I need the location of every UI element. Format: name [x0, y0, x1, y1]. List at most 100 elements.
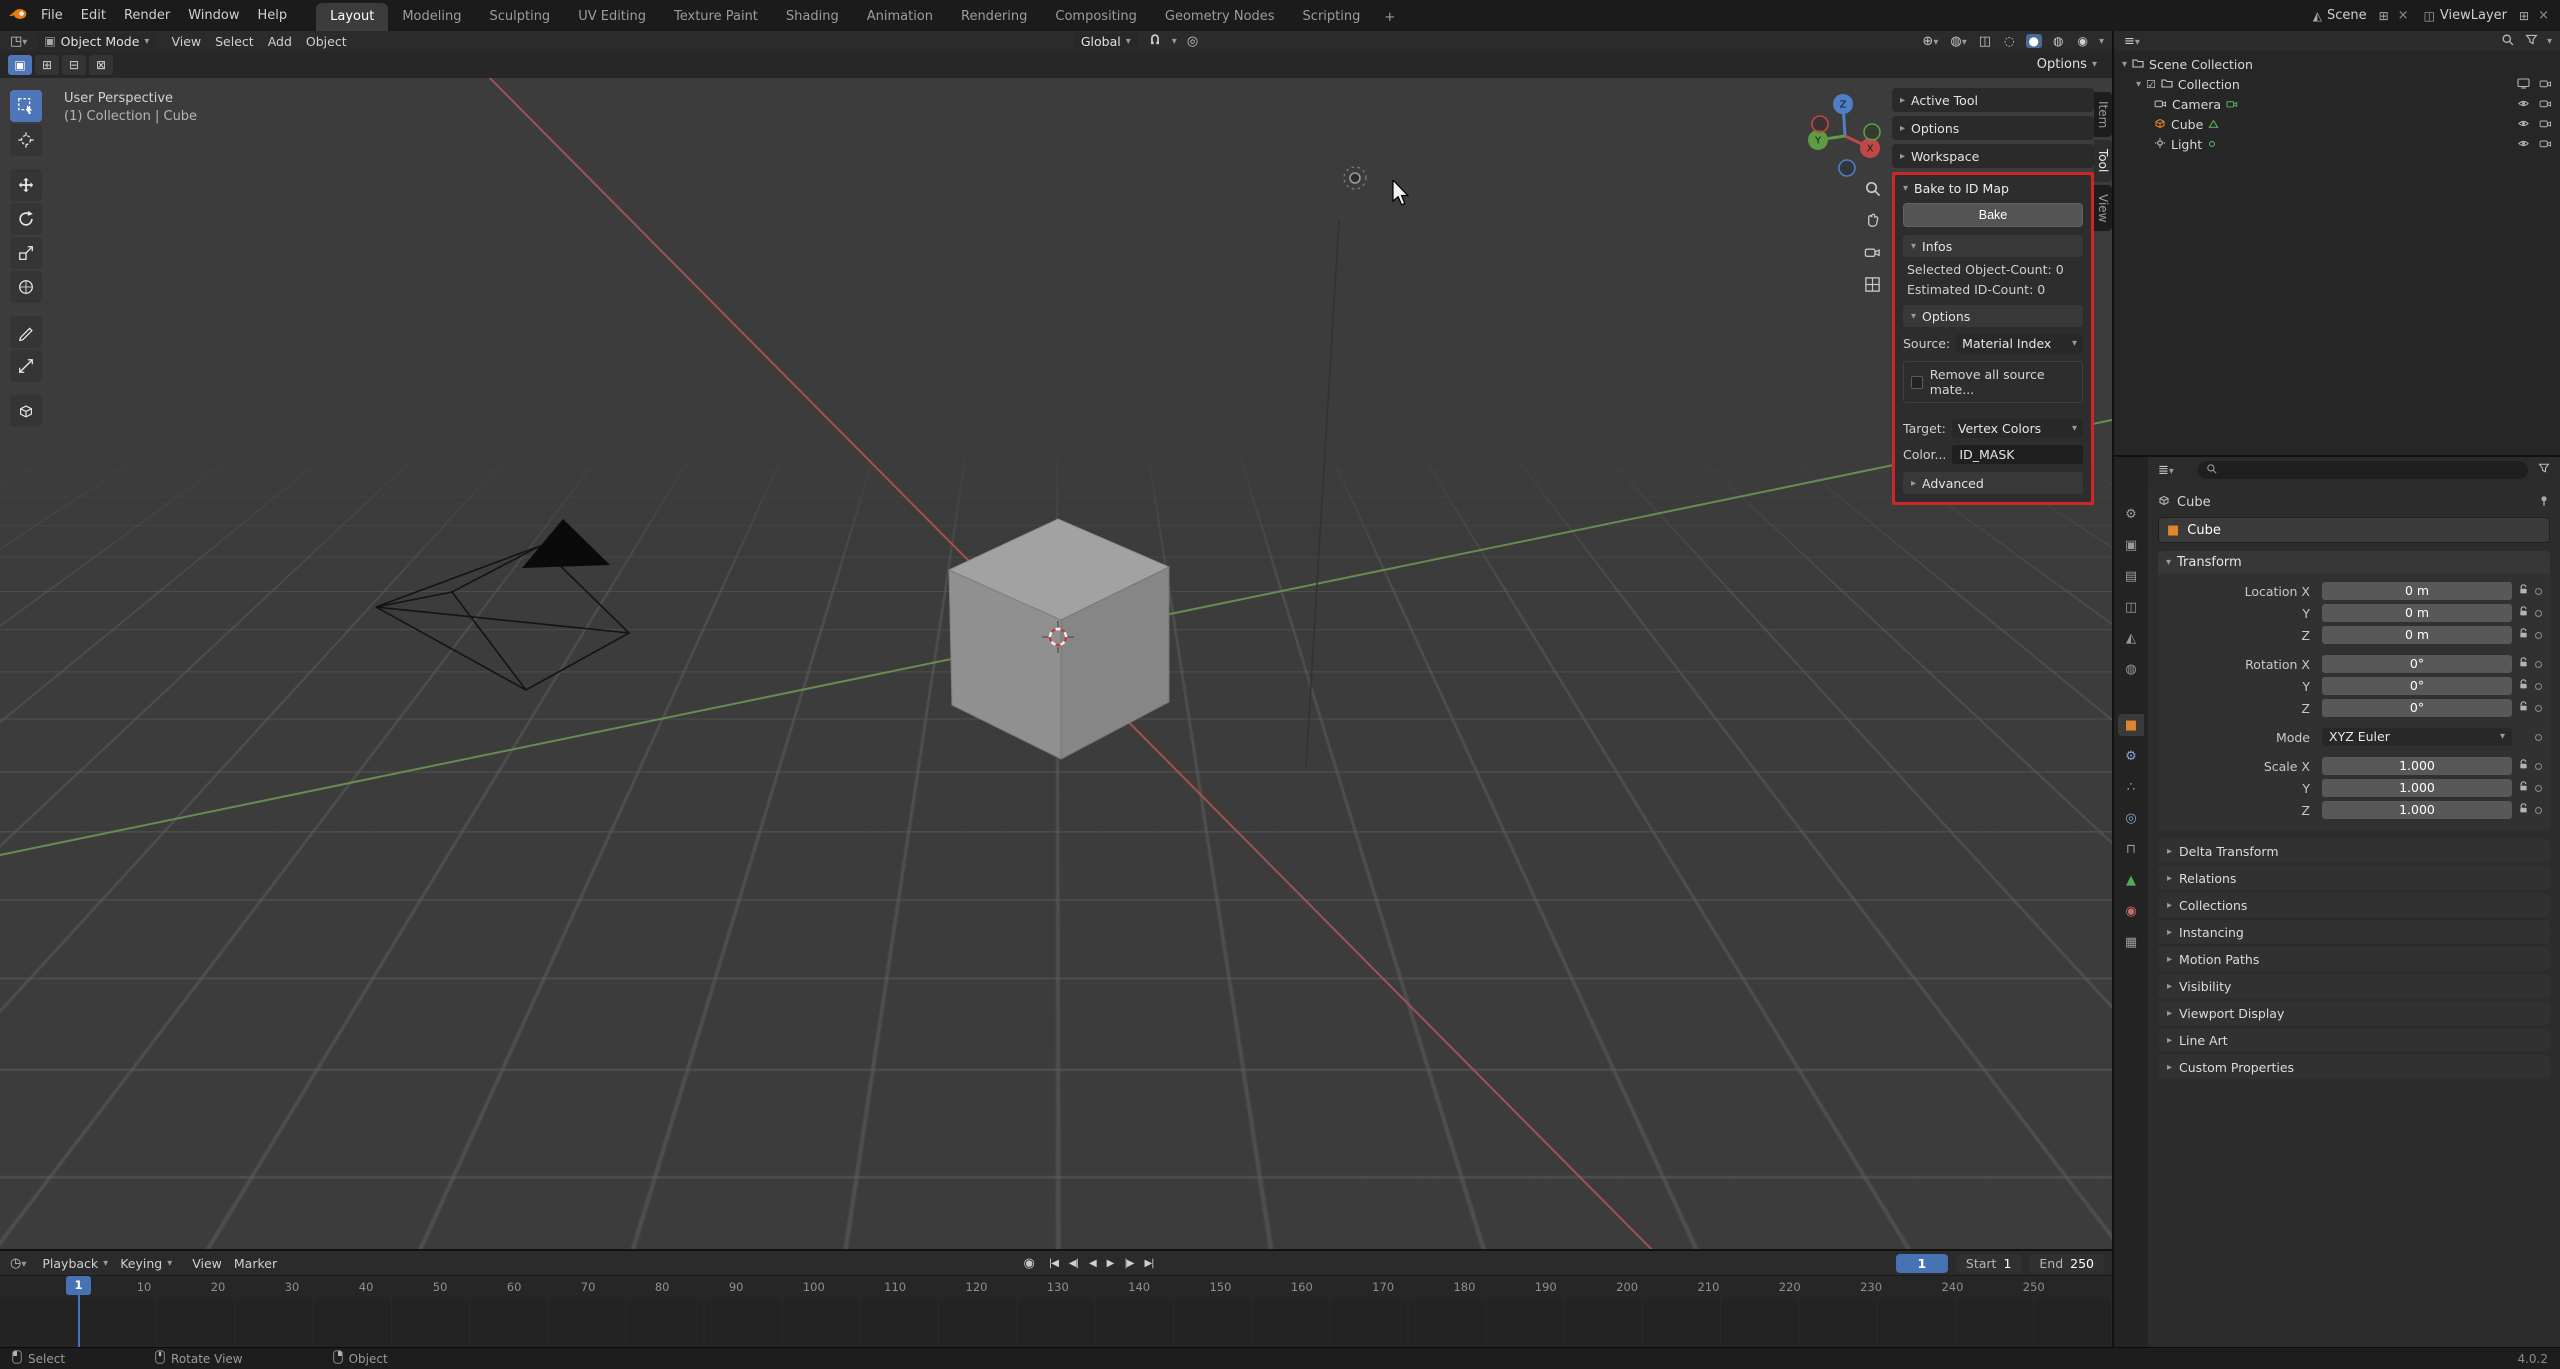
- navigation-gizmo[interactable]: Z X Y: [1795, 84, 1905, 180]
- number-field[interactable]: 0 m: [2322, 604, 2512, 622]
- transport-button[interactable]: |◀: [1045, 1256, 1062, 1271]
- properties-editor-icon[interactable]: ≣▾: [2156, 463, 2176, 478]
- workspace-tab[interactable]: Modeling: [388, 3, 475, 31]
- viewport-canvas[interactable]: User Perspective (1) Collection | Cube Z…: [0, 78, 2112, 1249]
- timeline-menu-item[interactable]: Keying ▾: [114, 1255, 178, 1272]
- chevron-down-icon[interactable]: ▾: [1172, 36, 1177, 47]
- animate-dot[interactable]: [2535, 733, 2542, 741]
- filter-icon[interactable]: [2536, 462, 2552, 478]
- target-dropdown[interactable]: Vertex Colors ▾: [1951, 419, 2083, 438]
- section-header[interactable]: ▸ Collections: [2158, 893, 2550, 917]
- tool-options-dropdown[interactable]: Options ▾: [2030, 56, 2104, 73]
- ortho-toggle-icon[interactable]: [1858, 270, 1886, 298]
- zoom-icon[interactable]: [1858, 174, 1886, 202]
- section-header[interactable]: ▸ Line Art: [2158, 1028, 2550, 1052]
- workspace-tab[interactable]: Texture Paint: [660, 3, 772, 31]
- workspace-tab[interactable]: UV Editing: [564, 3, 660, 31]
- section-header[interactable]: ▸ Visibility: [2158, 974, 2550, 998]
- pin-icon[interactable]: [2538, 494, 2550, 511]
- scale-tool[interactable]: [10, 237, 42, 269]
- tab-modifiers-icon[interactable]: ⚙: [2118, 745, 2144, 767]
- chevron-down-icon[interactable]: ▾: [2547, 36, 2552, 47]
- lock-icon[interactable]: [2518, 700, 2529, 717]
- source-dropdown[interactable]: Material Index ▾: [1956, 334, 2083, 353]
- collapsed-panel-header[interactable]: ▸ Workspace: [1892, 144, 2094, 168]
- number-field[interactable]: 0°: [2322, 699, 2512, 717]
- outliner-row-collection[interactable]: ▾ ☑ Collection: [2114, 74, 2560, 94]
- outliner-editor-icon[interactable]: ≡▾: [2122, 34, 2142, 49]
- playhead[interactable]: 1: [66, 1276, 91, 1347]
- shading-dropdown-icon[interactable]: ▾: [2099, 36, 2104, 47]
- tab-object-data-icon[interactable]: ▲: [2118, 869, 2144, 891]
- tab-material-icon[interactable]: ◉: [2118, 900, 2144, 922]
- hide-eye-icon[interactable]: [2517, 97, 2530, 112]
- animate-dot[interactable]: [2535, 704, 2542, 712]
- timeline-track[interactable]: [0, 1299, 2112, 1347]
- transport-button[interactable]: ◀: [1085, 1256, 1100, 1271]
- transport-button[interactable]: ▶: [1103, 1256, 1118, 1271]
- section-header[interactable]: ▸ Viewport Display: [2158, 1001, 2550, 1025]
- blender-logo-icon[interactable]: [8, 7, 28, 25]
- lock-icon[interactable]: [2518, 605, 2529, 622]
- workspace-tab[interactable]: Rendering: [947, 3, 1041, 31]
- tab-tool[interactable]: Tool: [2094, 140, 2112, 182]
- new-scene-icon[interactable]: ⊞: [2379, 9, 2389, 23]
- pan-hand-icon[interactable]: [1858, 206, 1886, 234]
- orientation-dropdown[interactable]: Global ▾: [1073, 32, 1138, 50]
- lock-icon[interactable]: [2518, 780, 2529, 797]
- topbar-menu-item[interactable]: Help: [249, 4, 297, 27]
- tab-item[interactable]: Item: [2094, 92, 2112, 138]
- workspace-tab[interactable]: Compositing: [1041, 3, 1151, 31]
- timeline-editor-icon[interactable]: ◷▾: [8, 1256, 28, 1271]
- lock-icon[interactable]: [2518, 656, 2529, 673]
- tab-object-icon[interactable]: ■: [2118, 714, 2144, 736]
- editor-type-icon[interactable]: ◳▾: [8, 34, 29, 49]
- camera-object[interactable]: [375, 519, 631, 692]
- bake-button[interactable]: Bake: [1903, 203, 2083, 227]
- unlink-viewlayer-icon[interactable]: ×: [2535, 8, 2552, 23]
- workspace-tab[interactable]: Geometry Nodes: [1151, 3, 1289, 31]
- topbar-menu-item[interactable]: Render: [115, 4, 179, 27]
- filter-icon[interactable]: [2523, 33, 2540, 50]
- transform-panel-header[interactable]: ▾ Transform: [2158, 551, 2550, 574]
- current-frame-field[interactable]: 1: [1895, 1253, 1948, 1273]
- shading-rendered-icon[interactable]: ◉: [2074, 34, 2090, 48]
- collection-checkbox[interactable]: ☑: [2146, 78, 2156, 91]
- workspace-tab[interactable]: Sculpting: [475, 3, 564, 31]
- outliner-row-camera[interactable]: Camera: [2114, 94, 2560, 114]
- number-field[interactable]: 1.000: [2322, 779, 2512, 797]
- animate-dot[interactable]: [2535, 587, 2542, 595]
- snap-magnet-icon[interactable]: [1146, 32, 1164, 50]
- lock-icon[interactable]: [2518, 758, 2529, 775]
- hide-eye-icon[interactable]: [2517, 117, 2530, 132]
- viewlayer-selector[interactable]: ◫ ViewLayer: [2418, 6, 2513, 25]
- tab-tool-icon[interactable]: ⚙: [2118, 503, 2144, 525]
- tab-texture-icon[interactable]: ▦: [2118, 931, 2144, 953]
- infos-subpanel-header[interactable]: ▾ Infos: [1903, 235, 2083, 257]
- annotate-tool[interactable]: [10, 316, 42, 348]
- section-header[interactable]: ▸ Delta Transform: [2158, 839, 2550, 863]
- disclosure-arrow-icon[interactable]: ▾: [2136, 79, 2141, 90]
- disclosure-arrow-icon[interactable]: ▾: [2122, 59, 2127, 70]
- outliner-row-scene-collection[interactable]: ▾ Scene Collection: [2114, 54, 2560, 74]
- outliner-row-light[interactable]: Light: [2114, 134, 2560, 154]
- tab-view[interactable]: View: [2094, 184, 2112, 232]
- xray-toggle-icon[interactable]: ◫: [1977, 34, 1993, 49]
- select-box-tool[interactable]: [10, 90, 42, 122]
- tab-particles-icon[interactable]: ∴: [2118, 776, 2144, 798]
- disable-render-icon[interactable]: [2539, 97, 2552, 112]
- workspace-tab-active[interactable]: Layout: [316, 3, 389, 31]
- viewport-menu-item[interactable]: Add: [261, 33, 299, 50]
- section-header[interactable]: ▸ Motion Paths: [2158, 947, 2550, 971]
- overlays-toggle-icon[interactable]: ◍▾: [1948, 34, 1968, 49]
- unlink-scene-icon[interactable]: ×: [2395, 8, 2412, 23]
- select-mode-invert-icon[interactable]: ⊠: [89, 54, 113, 75]
- outliner-row-cube[interactable]: Cube: [2114, 114, 2560, 134]
- hide-viewport-icon[interactable]: [2517, 77, 2530, 92]
- camera-view-icon[interactable]: [1858, 238, 1886, 266]
- advanced-subpanel-header[interactable]: ▸ Advanced: [1903, 472, 2083, 494]
- mode-dropdown[interactable]: ▣ Object Mode ▾: [37, 32, 157, 50]
- disable-render-icon[interactable]: [2539, 117, 2552, 132]
- transform-tool[interactable]: [10, 271, 42, 303]
- number-field[interactable]: 0 m: [2322, 626, 2512, 644]
